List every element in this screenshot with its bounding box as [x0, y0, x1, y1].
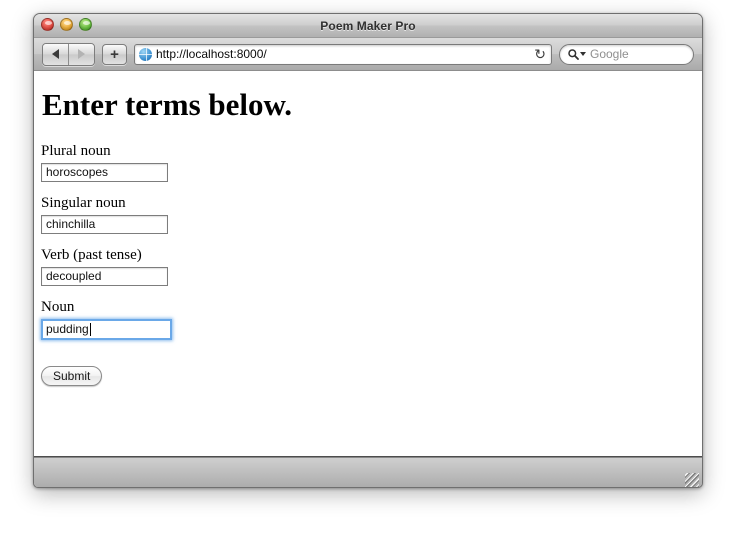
search-input[interactable]: Google — [559, 43, 694, 65]
search-icon — [568, 48, 586, 60]
plural-noun-input[interactable]: horoscopes — [41, 162, 168, 182]
arrow-left-icon — [52, 49, 59, 59]
browser-toolbar: + http://localhost:8000/ ↻ Google — [34, 38, 702, 71]
noun-input[interactable]: pudding — [41, 318, 172, 340]
close-window-button[interactable] — [41, 18, 54, 31]
input-value: pudding — [46, 322, 89, 337]
back-button[interactable] — [43, 43, 68, 65]
form-field-verb-past-tense: Verb (past tense) decoupled — [41, 246, 702, 286]
minimize-window-button[interactable] — [60, 18, 73, 31]
page-title: Enter terms below. — [42, 87, 292, 122]
page-content: Enter terms below. Plural noun horoscope… — [34, 71, 702, 457]
forward-button[interactable] — [68, 43, 94, 65]
arrow-right-icon — [78, 49, 85, 59]
reload-icon[interactable]: ↻ — [534, 47, 546, 63]
navigation-button-group — [42, 42, 95, 66]
submit-button-label: Submit — [53, 368, 91, 383]
add-bookmark-button[interactable]: + — [102, 43, 127, 65]
text-cursor — [89, 322, 91, 336]
input-value: decoupled — [46, 269, 102, 284]
globe-icon — [139, 47, 152, 61]
input-value: chinchilla — [46, 217, 96, 232]
window-titlebar[interactable]: Poem Maker Pro — [34, 14, 702, 38]
verb-past-tense-input[interactable]: decoupled — [41, 266, 168, 286]
field-label: Plural noun — [41, 142, 111, 159]
plus-icon: + — [110, 45, 119, 63]
form-field-plural-noun: Plural noun horoscopes — [41, 142, 702, 182]
input-value: horoscopes — [46, 165, 109, 180]
singular-noun-input[interactable]: chinchilla — [41, 214, 168, 234]
chevron-down-icon — [580, 52, 586, 56]
field-label: Noun — [41, 298, 75, 315]
form-field-noun: Noun pudding — [41, 298, 702, 340]
window-controls — [41, 18, 92, 31]
window-status-bar — [34, 457, 702, 487]
window-title: Poem Maker Pro — [320, 18, 416, 33]
address-bar-text: http://localhost:8000/ — [156, 47, 267, 61]
search-placeholder-text: Google — [590, 47, 629, 61]
resize-grip[interactable] — [685, 473, 699, 487]
submit-button[interactable]: Submit — [41, 365, 103, 386]
browser-window: Poem Maker Pro + http://localhost:8000/ … — [33, 13, 703, 488]
field-label: Verb (past tense) — [41, 246, 142, 263]
maximize-window-button[interactable] — [79, 18, 92, 31]
address-bar[interactable]: http://localhost:8000/ ↻ — [134, 43, 552, 65]
field-label: Singular noun — [41, 194, 126, 211]
form-field-singular-noun: Singular noun chinchilla — [41, 194, 702, 234]
